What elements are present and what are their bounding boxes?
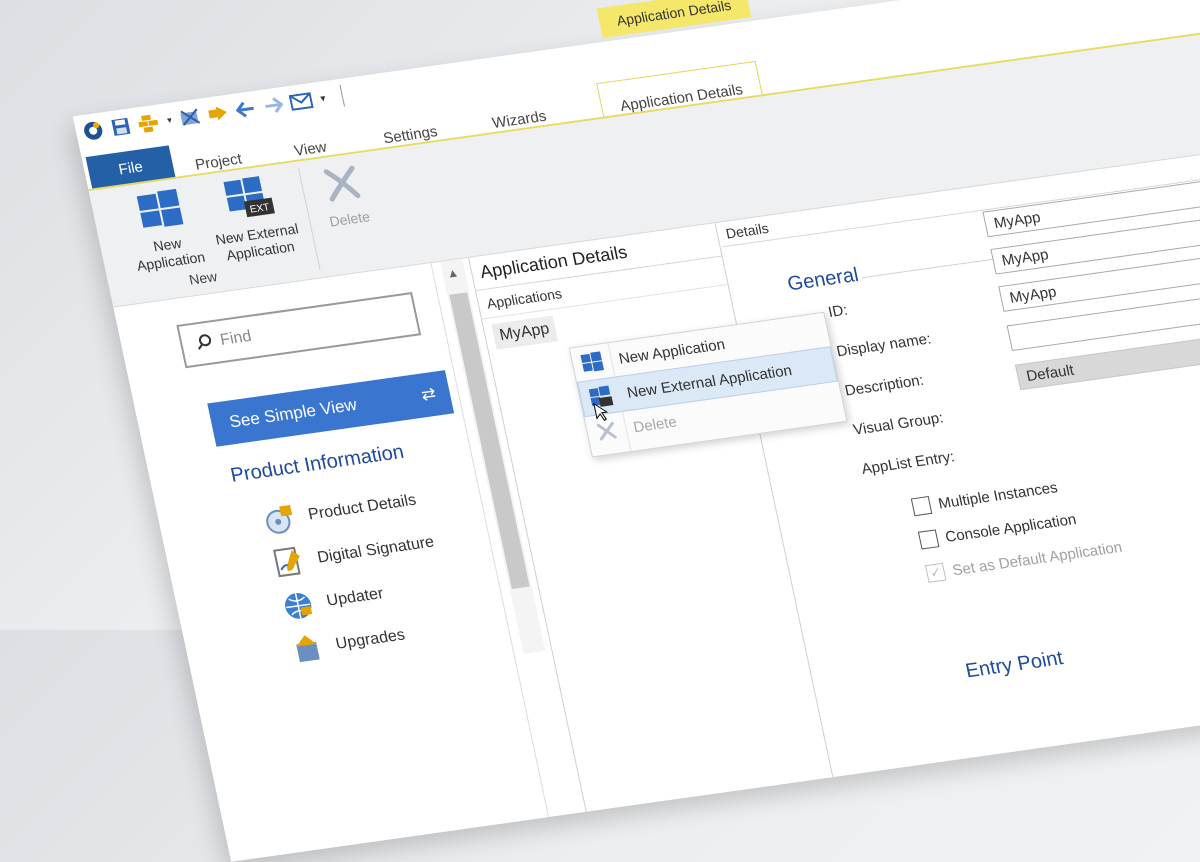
search-placeholder: Find	[218, 327, 254, 349]
stop-build-icon[interactable]	[177, 105, 203, 130]
multiple-instances-checkbox[interactable]: Multiple Instances	[910, 478, 1060, 517]
product-details-icon	[259, 501, 300, 539]
build-icon[interactable]	[135, 111, 161, 136]
new-external-application-button[interactable]: EXT New External Application	[199, 171, 308, 266]
app-logo-icon[interactable]	[80, 118, 106, 143]
ribbon-group-new-label: New	[187, 268, 219, 288]
stage: Application Details ▾ ▾ File Project Vie…	[72, 0, 1200, 862]
run-icon[interactable]	[205, 101, 231, 126]
visual-group-label: Visual Group:	[851, 409, 945, 439]
dropdown-icon[interactable]: ▾	[163, 109, 176, 132]
search-input[interactable]: Find	[176, 291, 422, 369]
checkbox-label: Multiple Instances	[936, 478, 1060, 513]
delete-label: Delete	[327, 208, 372, 230]
nav-item-label: Product Details	[306, 491, 418, 524]
see-simple-view-button[interactable]: See Simple View ⇄	[207, 370, 455, 447]
general-section-title: General	[785, 263, 861, 296]
nav-section-title: Product Information	[228, 440, 406, 487]
simple-view-label: See Simple View	[227, 394, 359, 432]
delete-x-icon	[594, 419, 620, 444]
new-application-button[interactable]: New Application	[116, 184, 212, 276]
nav-item-label: Upgrades	[334, 626, 407, 653]
tree-item-myapp[interactable]: MyApp	[491, 315, 558, 350]
search-icon	[195, 332, 215, 355]
checkbox-label: Set as Default Application	[950, 538, 1124, 579]
checkbox-label: Console Application	[943, 510, 1078, 546]
back-arrow-icon[interactable]	[233, 97, 259, 122]
swap-arrows-icon: ⇄	[419, 383, 438, 405]
applist-entry-label: AppList Entry:	[860, 448, 957, 478]
new-application-label: New Application	[135, 234, 207, 274]
entry-point-section-title: Entry Point	[963, 647, 1066, 683]
upgrades-icon	[287, 630, 328, 668]
console-application-checkbox[interactable]: Console Application	[917, 510, 1078, 550]
save-icon[interactable]	[108, 115, 134, 140]
description-label: Description:	[843, 371, 926, 400]
left-navigation: Find See Simple View ⇄ Product Informati…	[113, 262, 550, 862]
checkbox-box[interactable]	[910, 496, 933, 517]
display-name-label: Display name:	[835, 330, 933, 361]
external-app-icon: EXT	[221, 174, 278, 226]
nav-item-updater[interactable]: Updater	[278, 577, 387, 625]
delete-button[interactable]: Delete	[308, 160, 381, 232]
toolbar-divider	[339, 84, 346, 107]
app-window: Application Details ▾ ▾ File Project Vie…	[72, 0, 1200, 862]
windows-app-icon	[579, 350, 605, 375]
scroll-up-icon[interactable]: ▲	[445, 265, 460, 280]
windows-app-icon	[136, 188, 187, 235]
forward-arrow-icon[interactable]	[260, 93, 286, 118]
menu-item-label: Delete	[631, 413, 679, 436]
nav-item-label: Updater	[325, 585, 385, 610]
checkbox-box[interactable]	[917, 529, 940, 550]
updater-icon	[278, 587, 319, 625]
nav-item-label: Digital Signature	[315, 533, 436, 567]
checkmark-icon[interactable]: ✓	[924, 562, 947, 583]
digital-signature-icon	[269, 544, 310, 582]
delete-x-icon	[323, 165, 366, 209]
new-external-application-label: New External Application	[214, 220, 300, 264]
customize-toolbar-icon[interactable]: ▾	[316, 87, 330, 110]
nav-item-upgrades[interactable]: Upgrades	[287, 619, 408, 668]
mail-icon[interactable]	[288, 89, 314, 114]
id-label: ID:	[826, 301, 850, 322]
